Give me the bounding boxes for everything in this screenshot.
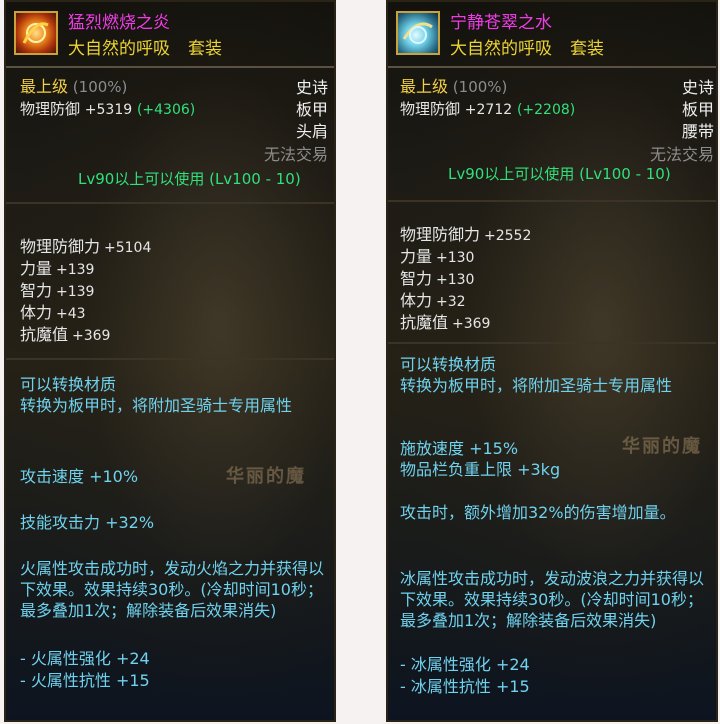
defense-label: 物理防御 bbox=[400, 100, 461, 118]
ice-effect-description: 冰属性攻击成功时，发动波浪之力并获得以下效果。效果持续30秒。(冷却时间10秒；… bbox=[400, 569, 705, 630]
effect-line: - 火属性抗性 +15 bbox=[20, 671, 150, 690]
armor-type: 板甲 bbox=[295, 100, 328, 119]
defense-line: 物理防御 +5319 (+4306) bbox=[20, 100, 195, 119]
grade-percent: (100%) bbox=[452, 78, 508, 96]
effect-line: - 冰属性强化 +24 bbox=[400, 655, 530, 674]
set-tag: 套装 bbox=[188, 39, 222, 59]
set-name: 大自然的呼吸 bbox=[68, 39, 170, 59]
tooltip-header: 宁静苍翠之水 大自然的呼吸 套装 bbox=[388, 2, 716, 64]
stat-row: 力量 +139 bbox=[20, 260, 94, 279]
convert-material: 可以转换材质 bbox=[20, 375, 117, 394]
convert-description: 转换为板甲时，将附加圣骑士专用属性 bbox=[20, 396, 293, 415]
tooltip-header: 猛烈燃烧之炎 大自然的呼吸 套装 bbox=[6, 2, 334, 64]
stat-label: 体力 bbox=[20, 303, 53, 322]
stat-row: 体力 +43 bbox=[20, 304, 86, 323]
divider bbox=[388, 66, 716, 68]
stat-value: +369 bbox=[452, 316, 491, 332]
stat-label: 力量 bbox=[20, 259, 53, 278]
level-requirement: Lv90以上可以使用 (Lv100 - 10) bbox=[448, 165, 671, 183]
effect-line: - 火属性强化 +24 bbox=[20, 649, 150, 668]
stat-row: 体力 +32 bbox=[400, 292, 466, 311]
set-name: 大自然的呼吸 bbox=[450, 39, 552, 59]
rarity-label: 史诗 bbox=[295, 78, 328, 97]
set-line: 大自然的呼吸 套装 bbox=[68, 34, 222, 59]
trade-status: 无法交易 bbox=[263, 145, 328, 164]
divider bbox=[388, 200, 716, 202]
defense-bonus: (+2208) bbox=[516, 102, 576, 118]
item-name: 宁静苍翠之水 bbox=[450, 13, 552, 33]
item-name: 猛烈燃烧之炎 bbox=[68, 13, 170, 33]
defense-label: 物理防御 bbox=[20, 100, 81, 118]
stat-label: 物理防御力 bbox=[400, 225, 481, 244]
stat-value: +32 bbox=[436, 294, 466, 310]
fire-orb-icon bbox=[14, 11, 58, 55]
item-tooltip-left: 猛烈燃烧之炎 大自然的呼吸 套装 最上级 (100%) 史诗 物理防御 +5319… bbox=[4, 0, 336, 722]
set-line: 大自然的呼吸 套装 bbox=[450, 34, 604, 59]
stat-label: 抗魔值 bbox=[20, 325, 69, 344]
stat-label: 力量 bbox=[400, 247, 433, 266]
stat-row: 物理防御力 +5104 bbox=[20, 238, 151, 257]
stat-value: +43 bbox=[56, 306, 86, 322]
watermark-text: 华丽的魔 bbox=[622, 436, 702, 457]
divider bbox=[388, 342, 716, 344]
grade: 最上级 bbox=[20, 77, 69, 96]
rarity-label: 史诗 bbox=[681, 78, 714, 97]
stat-value: +369 bbox=[72, 328, 111, 344]
water-orb-icon bbox=[396, 11, 440, 55]
stat-row: 智力 +139 bbox=[20, 282, 94, 301]
effect-line: - 冰属性抗性 +15 bbox=[400, 677, 530, 696]
stat-value: +139 bbox=[56, 284, 95, 300]
stat-label: 物理防御力 bbox=[20, 237, 101, 256]
level-requirement: Lv90以上可以使用 (Lv100 - 10) bbox=[78, 170, 301, 188]
grade-line: 最上级 (100%) bbox=[20, 77, 128, 97]
item-tooltip-right: 宁静苍翠之水 大自然的呼吸 套装 最上级 (100%) 史诗 物理防御 +2712… bbox=[386, 0, 718, 722]
defense-line: 物理防御 +2712 (+2208) bbox=[400, 100, 575, 119]
armor-type: 板甲 bbox=[681, 100, 714, 119]
convert-material: 可以转换材质 bbox=[400, 355, 497, 374]
stat-row: 物理防御力 +2552 bbox=[400, 226, 531, 245]
stat-row: 抗魔值 +369 bbox=[20, 326, 110, 345]
convert-description: 转换为板甲时，将附加圣骑士专用属性 bbox=[400, 376, 673, 395]
divider bbox=[6, 66, 334, 68]
grade: 最上级 bbox=[400, 77, 449, 96]
divider bbox=[6, 358, 334, 360]
defense-bonus: (+4306) bbox=[136, 102, 196, 118]
stat-value: +5104 bbox=[104, 240, 152, 256]
stat-row: 抗魔值 +369 bbox=[400, 314, 490, 333]
weight-limit: 物品栏负重上限 +3kg bbox=[400, 460, 561, 479]
stat-value: +130 bbox=[436, 272, 475, 288]
trade-status: 无法交易 bbox=[649, 145, 714, 164]
defense-value: +2712 bbox=[464, 102, 513, 118]
stat-row: 智力 +130 bbox=[400, 270, 474, 289]
equip-slot: 腰带 bbox=[681, 122, 714, 141]
stat-label: 体力 bbox=[400, 291, 433, 310]
extra-damage: 攻击时，额外增加32%的伤害增加量。 bbox=[400, 503, 676, 522]
stat-label: 智力 bbox=[20, 281, 53, 300]
equip-slot: 头肩 bbox=[295, 122, 328, 141]
grade-line: 最上级 (100%) bbox=[400, 77, 508, 97]
set-tag: 套装 bbox=[570, 39, 604, 59]
stat-label: 智力 bbox=[400, 269, 433, 288]
divider bbox=[6, 202, 334, 204]
skill-attack: 技能攻击力 +32% bbox=[20, 513, 155, 532]
stat-row: 力量 +130 bbox=[400, 248, 474, 267]
defense-value: +5319 bbox=[84, 102, 133, 118]
fire-effect-description: 火属性攻击成功时，发动火焰之力并获得以下效果。效果持续30秒。(冷却时间10秒；… bbox=[20, 559, 325, 620]
stat-label: 抗魔值 bbox=[400, 313, 449, 332]
stat-value: +130 bbox=[436, 250, 475, 266]
grade-percent: (100%) bbox=[72, 78, 128, 96]
stat-value: +139 bbox=[56, 262, 95, 278]
stat-value: +2552 bbox=[484, 228, 532, 244]
watermark-text: 华丽的魔 bbox=[226, 466, 306, 487]
